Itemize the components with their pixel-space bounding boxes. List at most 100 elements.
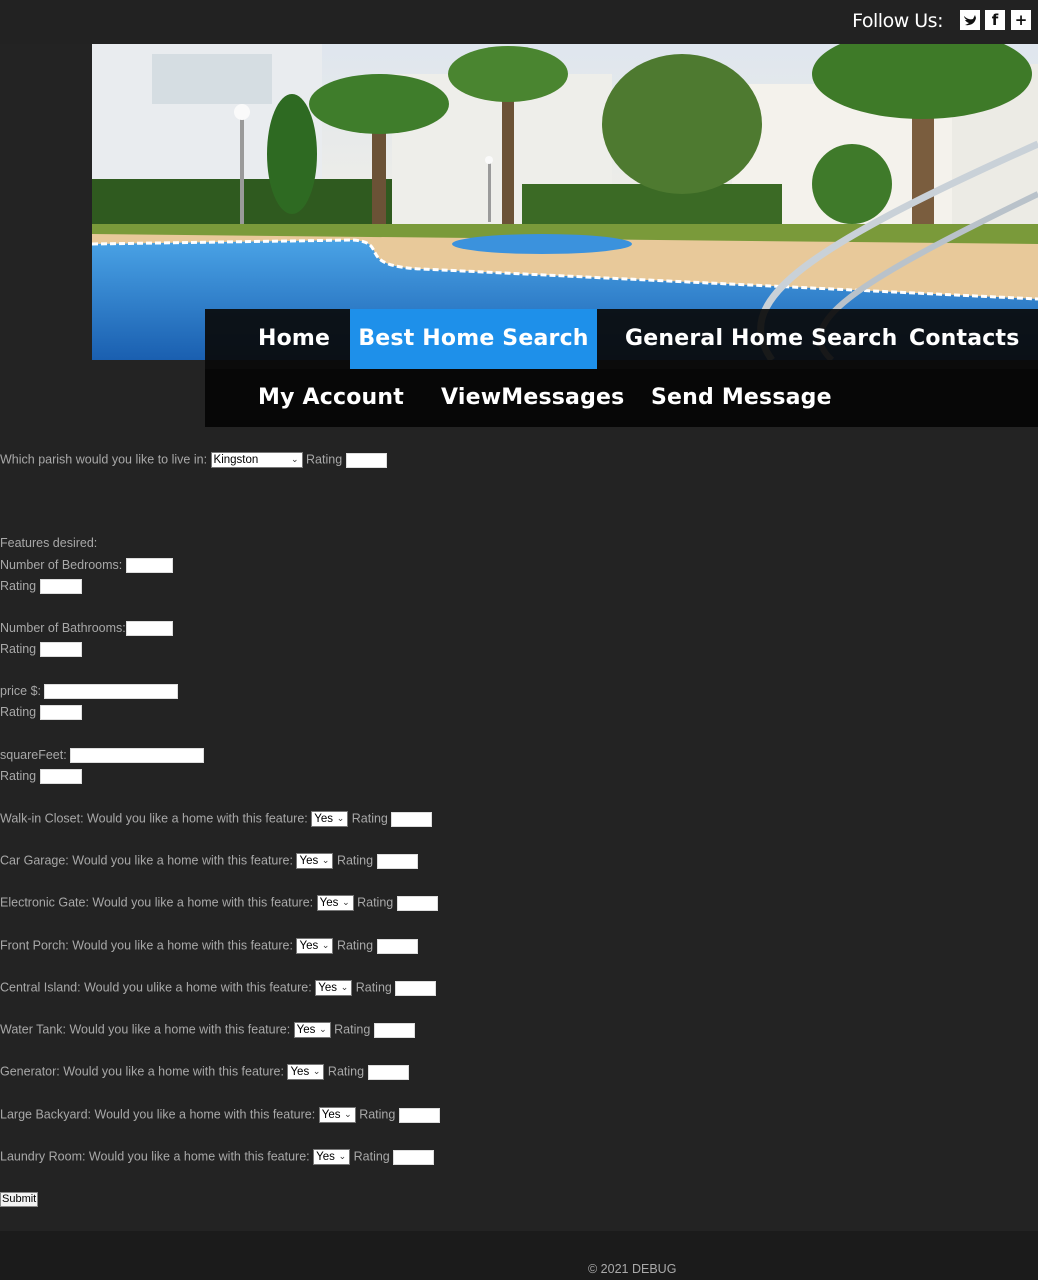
parish-label: Which parish would you like to live in: — [0, 452, 208, 467]
chevron-down-icon: ⌄ — [312, 1066, 321, 1076]
chevron-down-icon: ⌄ — [340, 982, 349, 992]
rating-label: Rating — [0, 769, 37, 783]
facebook-icon[interactable]: f — [985, 10, 1005, 30]
feature-select[interactable]: Yes ⌄ — [287, 1064, 325, 1080]
feature-rating-input[interactable] — [393, 1149, 435, 1165]
rating-label: Rating — [327, 1064, 365, 1079]
chevron-down-icon: ⌄ — [290, 454, 299, 464]
chevron-down-icon: ⌄ — [336, 813, 345, 823]
feature-select[interactable]: Yes ⌄ — [316, 895, 354, 911]
feature-rating-input[interactable] — [398, 1107, 440, 1123]
sqft-rating-input[interactable] — [39, 769, 82, 785]
rating-label: Rating — [0, 579, 37, 593]
feature-row: Generator: Would you like a home with th… — [0, 1064, 409, 1080]
features-heading: Features desired: — [0, 536, 98, 550]
feature-label: Front Porch: Would you like a home with … — [0, 938, 293, 953]
chevron-down-icon: ⌄ — [342, 897, 350, 907]
price-rating-row: Rating — [0, 705, 82, 721]
feature-rating-input[interactable] — [367, 1064, 409, 1080]
feature-select[interactable]: Yes ⌄ — [315, 980, 353, 996]
bedrooms-input[interactable] — [125, 558, 173, 574]
rating-label: Rating — [357, 895, 394, 910]
feature-select[interactable]: Yes ⌄ — [296, 938, 334, 954]
bedrooms-rating-row: Rating — [0, 579, 82, 595]
chevron-down-icon: ⌄ — [338, 1151, 347, 1161]
price-label: price $: — [0, 684, 41, 698]
rating-label: Rating — [351, 811, 388, 826]
feature-rating-input[interactable] — [396, 895, 438, 911]
submit-button[interactable]: Submit — [0, 1192, 39, 1207]
feature-row: Laundry Room: Would you like a home with… — [0, 1149, 435, 1165]
feature-label: Laundry Room: Would you like a home with… — [0, 1149, 310, 1164]
rating-label: Rating — [353, 1149, 390, 1164]
copyright-text: © 2021 DEBUG — [588, 1262, 677, 1276]
feature-select[interactable]: Yes ⌄ — [293, 1022, 331, 1038]
price-rating-input[interactable] — [39, 705, 82, 721]
feature-row: Walk-in Closet: Would you like a home wi… — [0, 811, 433, 827]
parish-rating-input[interactable] — [345, 452, 387, 468]
parish-select[interactable]: Kingston ⌄ — [210, 452, 303, 468]
rating-label: Rating — [306, 452, 343, 467]
chevron-down-icon: ⌄ — [321, 940, 330, 950]
feature-row: Central Island: Would you ulike a home w… — [0, 980, 437, 996]
rating-label: Rating — [336, 938, 374, 953]
top-bar: Follow Us: f + — [0, 0, 1038, 44]
feature-rating-input[interactable] — [395, 980, 437, 996]
feature-label: Central Island: Would you ulike a home w… — [0, 980, 312, 995]
main-nav-row-2: My Account ViewMessages Send Message — [205, 369, 1038, 427]
nav-my-account[interactable]: My Account — [258, 385, 404, 410]
feature-row: Electronic Gate: Would you like a home w… — [0, 895, 438, 911]
main-nav-row-1: Home Best Home Search General Home Searc… — [205, 309, 1038, 369]
feature-label: Generator: Would you like a home with th… — [0, 1064, 284, 1079]
sqft-input[interactable] — [70, 748, 205, 764]
feature-select[interactable]: Yes ⌄ — [318, 1107, 356, 1123]
feature-rating-input[interactable] — [391, 811, 433, 827]
sqft-label: squareFeet: — [0, 748, 67, 762]
feature-rating-input[interactable] — [373, 1022, 415, 1038]
bathrooms-rating-row: Rating — [0, 642, 82, 658]
bathrooms-row: Number of Bathrooms: — [0, 621, 173, 637]
twitter-icon[interactable] — [960, 10, 980, 30]
nav-home[interactable]: Home — [258, 326, 330, 351]
feature-rating-input[interactable] — [376, 853, 418, 869]
feature-label: Car Garage: Would you like a home with t… — [0, 853, 293, 868]
parish-row: Which parish would you like to live in: … — [0, 452, 387, 468]
feature-select[interactable]: Yes ⌄ — [311, 811, 349, 827]
sqft-rating-row: Rating — [0, 769, 82, 785]
feature-label: Walk-in Closet: Would you like a home wi… — [0, 811, 308, 826]
rating-label: Rating — [359, 1107, 396, 1122]
nav-general-home-search[interactable]: General Home Search — [625, 326, 897, 351]
footer: © 2021 DEBUG — [0, 1231, 1038, 1280]
chevron-down-icon: ⌄ — [319, 1024, 327, 1034]
feature-label: Water Tank: Would you like a home with t… — [0, 1022, 291, 1037]
bathrooms-input[interactable] — [125, 621, 173, 637]
nav-contacts[interactable]: Contacts — [909, 326, 1020, 351]
feature-select[interactable]: Yes ⌄ — [313, 1149, 351, 1165]
feature-label: Large Backyard: Would you like a home wi… — [0, 1107, 316, 1122]
bathrooms-label: Number of Bathrooms: — [0, 621, 126, 635]
feature-label: Electronic Gate: Would you like a home w… — [0, 895, 314, 910]
bathrooms-rating-input[interactable] — [39, 642, 82, 658]
rating-label: Rating — [336, 853, 374, 868]
feature-row: Large Backyard: Would you like a home wi… — [0, 1107, 440, 1123]
nav-best-home-search[interactable]: Best Home Search — [350, 309, 597, 369]
rating-label: Rating — [0, 705, 37, 719]
feature-row: Car Garage: Would you like a home with t… — [0, 853, 418, 869]
feature-row: Front Porch: Would you like a home with … — [0, 938, 418, 954]
feature-rating-input[interactable] — [376, 938, 418, 954]
nav-send-message[interactable]: Send Message — [651, 385, 832, 410]
rating-label: Rating — [0, 642, 37, 656]
bedrooms-rating-input[interactable] — [39, 579, 82, 595]
price-row: price $: — [0, 684, 179, 700]
feature-select[interactable]: Yes ⌄ — [296, 853, 334, 869]
rating-label: Rating — [334, 1022, 371, 1037]
rating-label: Rating — [355, 980, 392, 995]
sqft-row: squareFeet: — [0, 748, 205, 764]
price-input[interactable] — [44, 684, 179, 700]
nav-view-messages[interactable]: ViewMessages — [441, 385, 624, 410]
bedrooms-row: Number of Bedrooms: — [0, 558, 173, 574]
plus-icon[interactable]: + — [1011, 10, 1031, 30]
chevron-down-icon: ⌄ — [321, 855, 330, 865]
bedrooms-label: Number of Bedrooms: — [0, 558, 123, 572]
follow-us-label: Follow Us: — [852, 10, 943, 32]
